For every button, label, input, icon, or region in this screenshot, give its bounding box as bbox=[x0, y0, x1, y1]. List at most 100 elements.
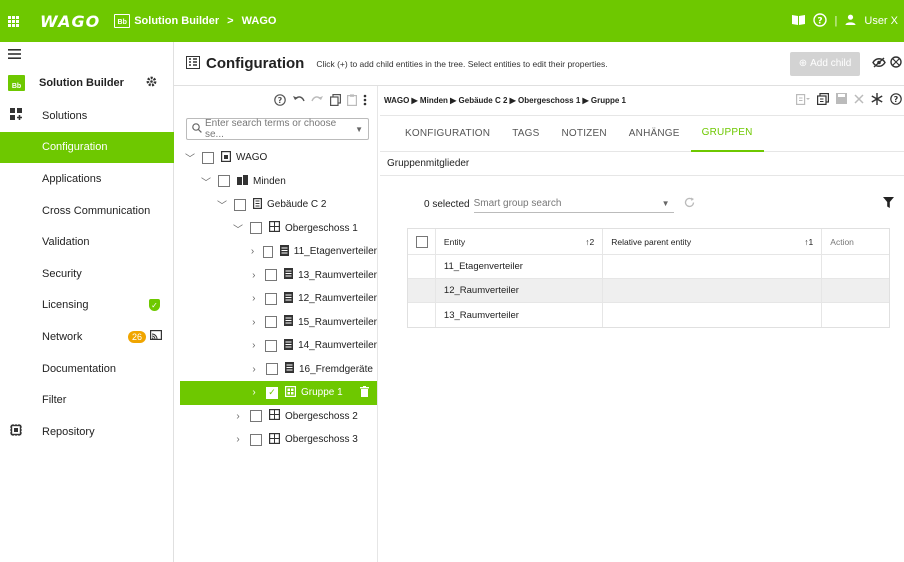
table-row[interactable]: 12_Raumverteiler bbox=[408, 279, 889, 303]
tree-node-obergeschoss-2[interactable]: › Obergeschoss 2 bbox=[180, 405, 377, 429]
paste-icon[interactable] bbox=[347, 93, 358, 109]
save-icon[interactable] bbox=[836, 93, 847, 108]
chevron-right-icon[interactable]: › bbox=[248, 246, 257, 257]
chevron-right-icon[interactable]: › bbox=[232, 411, 244, 422]
user-label[interactable]: User X bbox=[864, 15, 898, 27]
chevron-down-icon[interactable]: ﹀ bbox=[232, 221, 244, 236]
sidebar-item-security[interactable]: Security bbox=[0, 258, 174, 290]
breadcrumb-current[interactable]: WAGO bbox=[242, 15, 277, 27]
tree-node-13-raumverteiler[interactable]: › 13_Raumverteiler bbox=[180, 264, 377, 288]
chevron-right-icon[interactable]: › bbox=[232, 434, 244, 445]
undo-icon[interactable] bbox=[292, 94, 305, 108]
column-header-action[interactable]: Action bbox=[822, 229, 889, 254]
chevron-down-icon[interactable]: ﹀ bbox=[184, 150, 196, 165]
tree-search-input[interactable]: Enter search terms or choose se... ▼ bbox=[186, 118, 369, 140]
tab-gruppen[interactable]: GRUPPEN bbox=[690, 116, 764, 152]
tree-node-16-fremdgeraete[interactable]: › 16_Fremdgeräte bbox=[180, 358, 377, 382]
tree-checkbox[interactable] bbox=[263, 245, 273, 258]
table-row[interactable]: 13_Raumverteiler bbox=[408, 303, 889, 327]
cell-parent bbox=[603, 279, 823, 302]
user-icon[interactable] bbox=[845, 14, 856, 28]
snowflake-icon[interactable] bbox=[871, 93, 883, 108]
sidebar-item-licensing[interactable]: Licensing ✓ bbox=[0, 290, 174, 322]
solution-builder-app-icon: Bb bbox=[114, 14, 131, 28]
chevron-right-icon[interactable]: › bbox=[248, 364, 260, 375]
chevron-down-icon[interactable]: ﹀ bbox=[216, 197, 228, 212]
copy-icon[interactable] bbox=[330, 93, 342, 109]
tree-checkbox[interactable] bbox=[250, 410, 262, 423]
chevron-right-icon[interactable]: › bbox=[248, 387, 260, 398]
tree-checkbox[interactable] bbox=[265, 292, 278, 305]
chevron-down-icon[interactable]: ﹀ bbox=[200, 174, 212, 189]
tab-konfiguration[interactable]: KONFIGURATION bbox=[394, 116, 501, 152]
chevron-right-icon[interactable]: › bbox=[248, 340, 259, 351]
paste-options-icon[interactable] bbox=[796, 93, 810, 108]
tree-node-obergeschoss-3[interactable]: › Obergeschoss 3 bbox=[180, 428, 377, 452]
tree-checkbox-checked[interactable]: ✓ bbox=[266, 386, 278, 399]
smart-group-search-input[interactable]: Smart group search ▼ bbox=[473, 195, 674, 213]
close-icon[interactable] bbox=[854, 93, 864, 108]
select-all-checkbox[interactable] bbox=[416, 235, 428, 248]
sidebar-item-configuration[interactable]: Configuration bbox=[0, 131, 174, 164]
column-header-entity[interactable]: Entity ↑2 bbox=[436, 229, 604, 254]
tree-checkbox[interactable] bbox=[266, 363, 278, 376]
sidebar-item-filter[interactable]: Filter bbox=[0, 384, 174, 416]
column-header-relative-parent[interactable]: Relative parent entity ↑1 bbox=[603, 229, 823, 254]
top-bar: WAGO Bb Solution Builder > WAGO ? | User… bbox=[0, 0, 904, 42]
gear-icon[interactable] bbox=[145, 75, 158, 91]
help-circle-icon[interactable]: ? bbox=[890, 93, 902, 108]
sidebar-item-repository[interactable]: Repository bbox=[0, 416, 174, 448]
sidebar-item-applications[interactable]: Applications bbox=[0, 163, 174, 195]
redo-icon[interactable] bbox=[311, 94, 324, 108]
tree-node-14-raumverteiler[interactable]: › 14_Raumverteiler bbox=[180, 334, 377, 358]
wago-logo[interactable]: WAGO bbox=[40, 12, 100, 31]
hide-icon[interactable] bbox=[890, 56, 902, 71]
chevron-down-icon[interactable]: ▼ bbox=[662, 199, 674, 208]
book-icon[interactable] bbox=[791, 14, 805, 28]
help-circle-icon[interactable]: ? bbox=[274, 93, 286, 109]
more-vertical-icon[interactable] bbox=[363, 94, 367, 109]
sidebar-item-cross-communication[interactable]: Cross Communication bbox=[0, 195, 174, 227]
tree-node-wago[interactable]: ﹀ WAGO bbox=[180, 146, 377, 170]
table-row[interactable]: 11_Etagenverteiler bbox=[408, 255, 889, 279]
tree-node-12-raumverteiler[interactable]: › 12_Raumverteiler bbox=[180, 287, 377, 311]
tree-checkbox[interactable] bbox=[202, 151, 214, 164]
chevron-right-icon[interactable]: › bbox=[248, 270, 259, 281]
sidebar-item-solutions[interactable]: Solutions bbox=[0, 100, 174, 132]
tab-tags[interactable]: TAGS bbox=[501, 116, 550, 152]
sidebar-item-documentation[interactable]: Documentation bbox=[0, 353, 174, 385]
tree-node-gebaeude-c2[interactable]: ﹀ Gebäude C 2 bbox=[180, 193, 377, 217]
tree-node-15-raumverteiler[interactable]: › 15_Raumverteiler bbox=[180, 311, 377, 335]
filter-icon[interactable] bbox=[883, 197, 894, 211]
tree-checkbox[interactable] bbox=[250, 433, 262, 446]
copy-properties-icon[interactable] bbox=[817, 93, 829, 108]
tree-checkbox[interactable] bbox=[218, 175, 230, 188]
apps-grid-icon[interactable] bbox=[0, 0, 26, 42]
trash-icon[interactable] bbox=[360, 385, 369, 400]
chevron-down-icon[interactable]: ▼ bbox=[355, 125, 363, 134]
chevron-right-icon[interactable]: › bbox=[248, 317, 259, 328]
refresh-icon[interactable] bbox=[684, 197, 695, 211]
tree-checkbox[interactable] bbox=[250, 222, 262, 235]
help-icon[interactable]: ? bbox=[812, 12, 827, 30]
add-child-button[interactable]: ⊕ Add child bbox=[790, 51, 860, 76]
tree-node-obergeschoss-1[interactable]: ﹀ Obergeschoss 1 bbox=[180, 217, 377, 241]
hamburger-menu-icon[interactable] bbox=[8, 46, 21, 62]
tree-node-gruppe-1[interactable]: › ✓ Gruppe 1 bbox=[180, 381, 377, 405]
tree-checkbox[interactable] bbox=[265, 339, 278, 352]
tree-checkbox[interactable] bbox=[234, 198, 246, 211]
tree-node-minden[interactable]: ﹀ Minden bbox=[180, 170, 377, 194]
tab-notizen[interactable]: NOTIZEN bbox=[551, 116, 618, 152]
breadcrumb-app[interactable]: Solution Builder bbox=[134, 15, 219, 27]
tree-checkbox[interactable] bbox=[265, 269, 278, 282]
chevron-right-icon[interactable]: › bbox=[248, 293, 259, 304]
entity-breadcrumb[interactable]: WAGO ▶ Minden ▶ Gebäude C 2 ▶ Obergescho… bbox=[384, 96, 626, 105]
tab-anhaenge[interactable]: ANHÄNGE bbox=[618, 116, 691, 152]
sidebar-item-network[interactable]: Network 26 bbox=[0, 321, 174, 353]
sidebar-item-validation[interactable]: Validation bbox=[0, 226, 174, 258]
tree-checkbox[interactable] bbox=[265, 316, 278, 329]
shield-check-icon: ✓ bbox=[149, 299, 160, 312]
eye-off-icon[interactable] bbox=[872, 56, 886, 71]
tree-node-11-etagenverteiler[interactable]: › 11_Etagenverteiler bbox=[180, 240, 377, 264]
svg-text:?: ? bbox=[817, 16, 822, 26]
